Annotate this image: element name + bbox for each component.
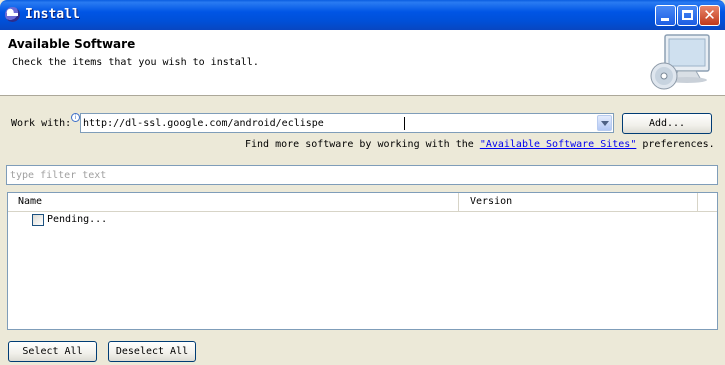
available-software-sites-link[interactable]: "Available Software Sites" <box>480 139 637 150</box>
dropdown-arrow-icon[interactable] <box>597 115 612 131</box>
software-table[interactable]: Name Version Pending... <box>7 192 718 330</box>
minimize-button[interactable] <box>655 5 676 26</box>
eclipse-icon <box>5 7 20 22</box>
add-site-button[interactable]: Add... <box>622 113 712 134</box>
window-title: Install <box>25 7 80 22</box>
title-bar[interactable]: Install ✕ <box>0 0 725 30</box>
close-button[interactable]: ✕ <box>699 5 720 26</box>
table-row[interactable]: Pending... <box>8 212 717 230</box>
work-with-combo[interactable] <box>80 113 614 133</box>
more-software-text: Find more software by working with the "… <box>245 139 715 150</box>
row-name: Pending... <box>47 214 108 225</box>
text-cursor <box>404 117 405 130</box>
column-header-version[interactable]: Version <box>460 193 698 211</box>
close-icon: ✕ <box>703 6 716 24</box>
maximize-button[interactable] <box>677 5 698 26</box>
more-software-suffix: preferences. <box>636 139 715 150</box>
more-software-prefix: Find more software by working with the <box>245 139 480 150</box>
minimize-icon <box>661 18 669 21</box>
page-title: Available Software <box>8 37 136 51</box>
info-icon: i <box>71 113 80 122</box>
column-header-name[interactable]: Name <box>8 193 459 211</box>
work-with-label: Work with: <box>11 118 72 129</box>
page-description: Check the items that you wish to install… <box>12 57 259 68</box>
monitor-cd-icon <box>650 34 710 90</box>
work-with-input[interactable] <box>83 115 593 131</box>
wizard-banner: Available Software Check the items that … <box>0 30 725 96</box>
select-all-button[interactable]: Select All <box>8 341 97 362</box>
table-header: Name Version <box>8 193 717 212</box>
filter-input[interactable] <box>10 168 710 182</box>
maximize-icon <box>682 10 693 20</box>
row-checkbox[interactable] <box>32 214 44 226</box>
filter-field[interactable] <box>6 165 718 185</box>
deselect-all-button[interactable]: Deselect All <box>108 341 196 362</box>
